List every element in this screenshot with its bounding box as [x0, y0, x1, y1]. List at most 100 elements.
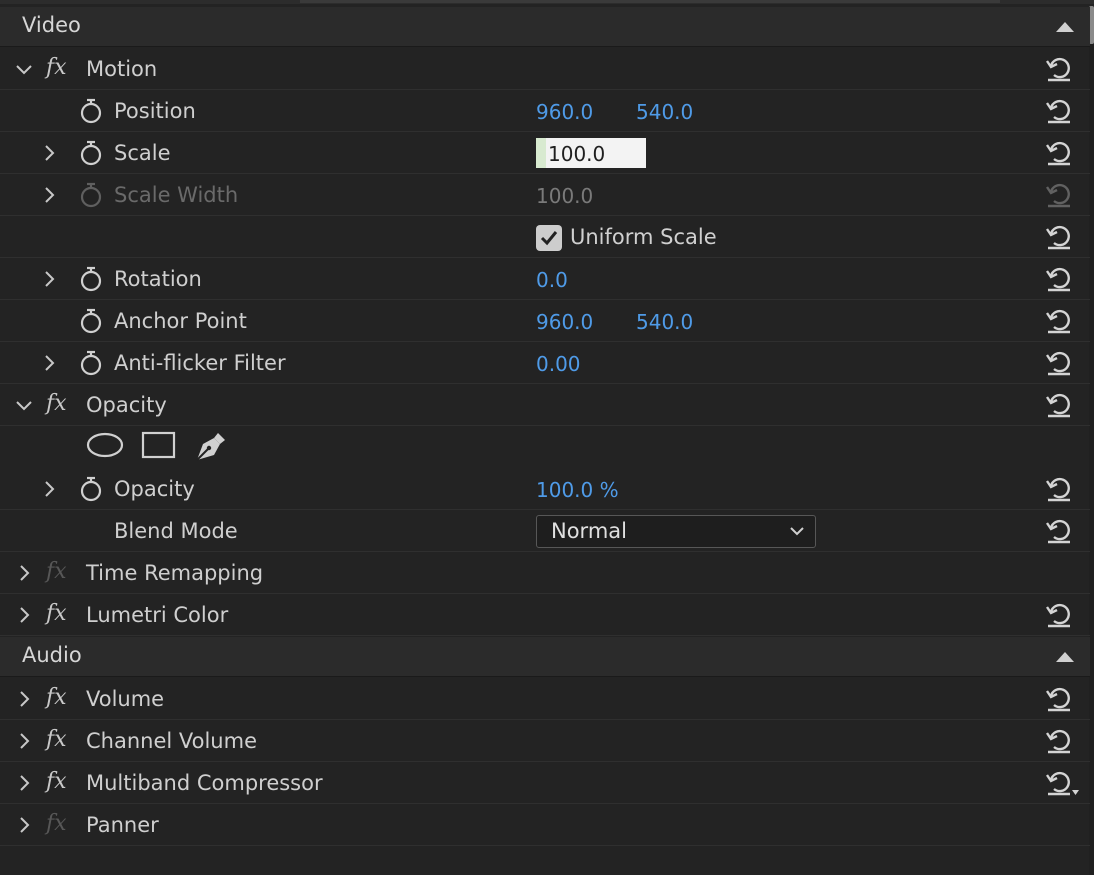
param-label: Anchor Point	[114, 309, 247, 333]
fx-toggle-icon[interactable]: fx	[46, 769, 67, 794]
collapse-up-icon[interactable]	[1056, 22, 1074, 32]
chevron-right-icon[interactable]	[14, 815, 34, 835]
scale-width-value: 100.0	[536, 184, 594, 208]
fx-toggle-icon[interactable]: fx	[46, 727, 67, 752]
param-label: Opacity	[114, 477, 195, 501]
reset-icon[interactable]	[1044, 349, 1074, 377]
param-row-position: Position 960.0 540.0	[0, 90, 1090, 132]
chevron-down-icon[interactable]	[14, 59, 34, 79]
reset-icon[interactable]	[1044, 601, 1074, 629]
param-label: Rotation	[114, 267, 202, 291]
blend-mode-selected: Normal	[551, 519, 627, 543]
stopwatch-icon	[79, 182, 103, 208]
video-section-title: Video	[22, 13, 81, 37]
video-section-header[interactable]: Video	[0, 7, 1090, 47]
audio-section-header[interactable]: Audio	[0, 637, 1090, 677]
chevron-right-icon[interactable]	[39, 185, 59, 205]
position-x-value[interactable]: 960.0	[536, 100, 593, 124]
chevron-right-icon[interactable]	[14, 563, 34, 583]
fx-toggle-icon: fx	[46, 811, 67, 836]
effect-row-panner[interactable]: fx Panner	[0, 804, 1090, 846]
stopwatch-icon[interactable]	[79, 308, 103, 334]
reset-icon[interactable]	[1044, 685, 1074, 713]
param-label: Anti-flicker Filter	[114, 351, 286, 375]
uniform-scale-checkbox[interactable]	[536, 225, 562, 251]
stopwatch-icon[interactable]	[79, 350, 103, 376]
reset-icon[interactable]	[1044, 391, 1074, 419]
effect-row-volume[interactable]: fx Volume	[0, 678, 1090, 720]
reset-icon[interactable]	[1044, 307, 1074, 335]
effect-row-lumetri-color[interactable]: fx Lumetri Color	[0, 594, 1090, 636]
fx-toggle-icon[interactable]: fx	[46, 685, 67, 710]
reset-icon[interactable]	[1044, 517, 1074, 545]
param-row-scale: Scale 100.0	[0, 132, 1090, 174]
reset-icon	[1044, 181, 1074, 209]
reset-icon[interactable]	[1044, 223, 1074, 251]
reset-icon[interactable]	[1044, 139, 1074, 167]
param-row-anti-flicker: Anti-flicker Filter 0.00	[0, 342, 1090, 384]
pen-mask-icon[interactable]	[194, 430, 228, 466]
chevron-down-icon[interactable]	[14, 395, 34, 415]
rectangle-mask-icon[interactable]	[141, 430, 177, 464]
param-row-anchor-point: Anchor Point 960.0 540.0	[0, 300, 1090, 342]
chevron-right-icon[interactable]	[39, 143, 59, 163]
position-y-value[interactable]: 540.0	[636, 100, 693, 124]
effect-row-time-remapping[interactable]: fx Time Remapping	[0, 552, 1090, 594]
chevron-right-icon[interactable]	[14, 773, 34, 793]
anchor-x-value[interactable]: 960.0	[536, 310, 593, 334]
param-label: Blend Mode	[114, 519, 238, 543]
param-row-scale-width: Scale Width 100.0	[0, 174, 1090, 216]
collapse-up-icon[interactable]	[1056, 652, 1074, 662]
chevron-right-icon[interactable]	[14, 689, 34, 709]
stopwatch-icon[interactable]	[79, 266, 103, 292]
scale-edit-field[interactable]: 100.0	[536, 138, 646, 168]
blend-mode-dropdown[interactable]: Normal	[536, 515, 816, 548]
effect-row-motion[interactable]: fx Motion	[0, 48, 1090, 90]
fx-toggle-icon[interactable]: fx	[46, 391, 67, 416]
reset-dropdown-icon[interactable]	[1044, 769, 1080, 797]
effect-row-opacity[interactable]: fx Opacity	[0, 384, 1090, 426]
stopwatch-icon[interactable]	[79, 476, 103, 502]
param-row-rotation: Rotation 0.0	[0, 258, 1090, 300]
fx-toggle-icon[interactable]: fx	[46, 55, 67, 80]
scale-edit-value: 100.0	[548, 142, 606, 166]
chevron-right-icon[interactable]	[39, 479, 59, 499]
fx-toggle-icon: fx	[46, 559, 67, 584]
reset-icon[interactable]	[1044, 55, 1074, 83]
reset-icon[interactable]	[1044, 727, 1074, 755]
anchor-y-value[interactable]: 540.0	[636, 310, 693, 334]
effect-label: Lumetri Color	[86, 603, 229, 627]
chevron-right-icon[interactable]	[39, 353, 59, 373]
effect-row-multiband-compressor[interactable]: fx Multiband Compressor	[0, 762, 1090, 804]
rotation-value[interactable]: 0.0	[536, 268, 568, 292]
reset-icon[interactable]	[1044, 475, 1074, 503]
chevron-right-icon[interactable]	[14, 731, 34, 751]
param-row-opacity: Opacity 100.0 %	[0, 468, 1090, 510]
fx-toggle-icon[interactable]: fx	[46, 601, 67, 626]
param-label: Position	[114, 99, 196, 123]
stopwatch-icon[interactable]	[79, 98, 103, 124]
chevron-right-icon[interactable]	[14, 605, 34, 625]
effect-label: Volume	[86, 687, 165, 711]
reset-icon[interactable]	[1044, 97, 1074, 125]
effect-label: Motion	[86, 57, 158, 81]
panel-top-border	[0, 0, 1094, 4]
effect-label: Multiband Compressor	[86, 771, 323, 795]
effect-label: Opacity	[86, 393, 167, 417]
effect-label: Channel Volume	[86, 729, 257, 753]
param-label: Scale Width	[114, 183, 239, 207]
chevron-down-icon	[790, 527, 804, 536]
stopwatch-icon[interactable]	[79, 140, 103, 166]
anti-flicker-value[interactable]: 0.00	[536, 352, 581, 376]
opacity-value[interactable]: 100.0 %	[536, 478, 619, 502]
ellipse-mask-icon[interactable]	[86, 430, 124, 464]
effect-label: Panner	[86, 813, 159, 837]
param-row-uniform-scale: Uniform Scale	[0, 216, 1090, 258]
reset-icon[interactable]	[1044, 265, 1074, 293]
chevron-right-icon[interactable]	[39, 269, 59, 289]
param-row-blend-mode: Blend Mode Normal	[0, 510, 1090, 552]
mask-tools-row	[0, 424, 1090, 468]
text-cursor	[536, 138, 546, 168]
effect-row-channel-volume[interactable]: fx Channel Volume	[0, 720, 1090, 762]
effect-label: Time Remapping	[86, 561, 264, 585]
